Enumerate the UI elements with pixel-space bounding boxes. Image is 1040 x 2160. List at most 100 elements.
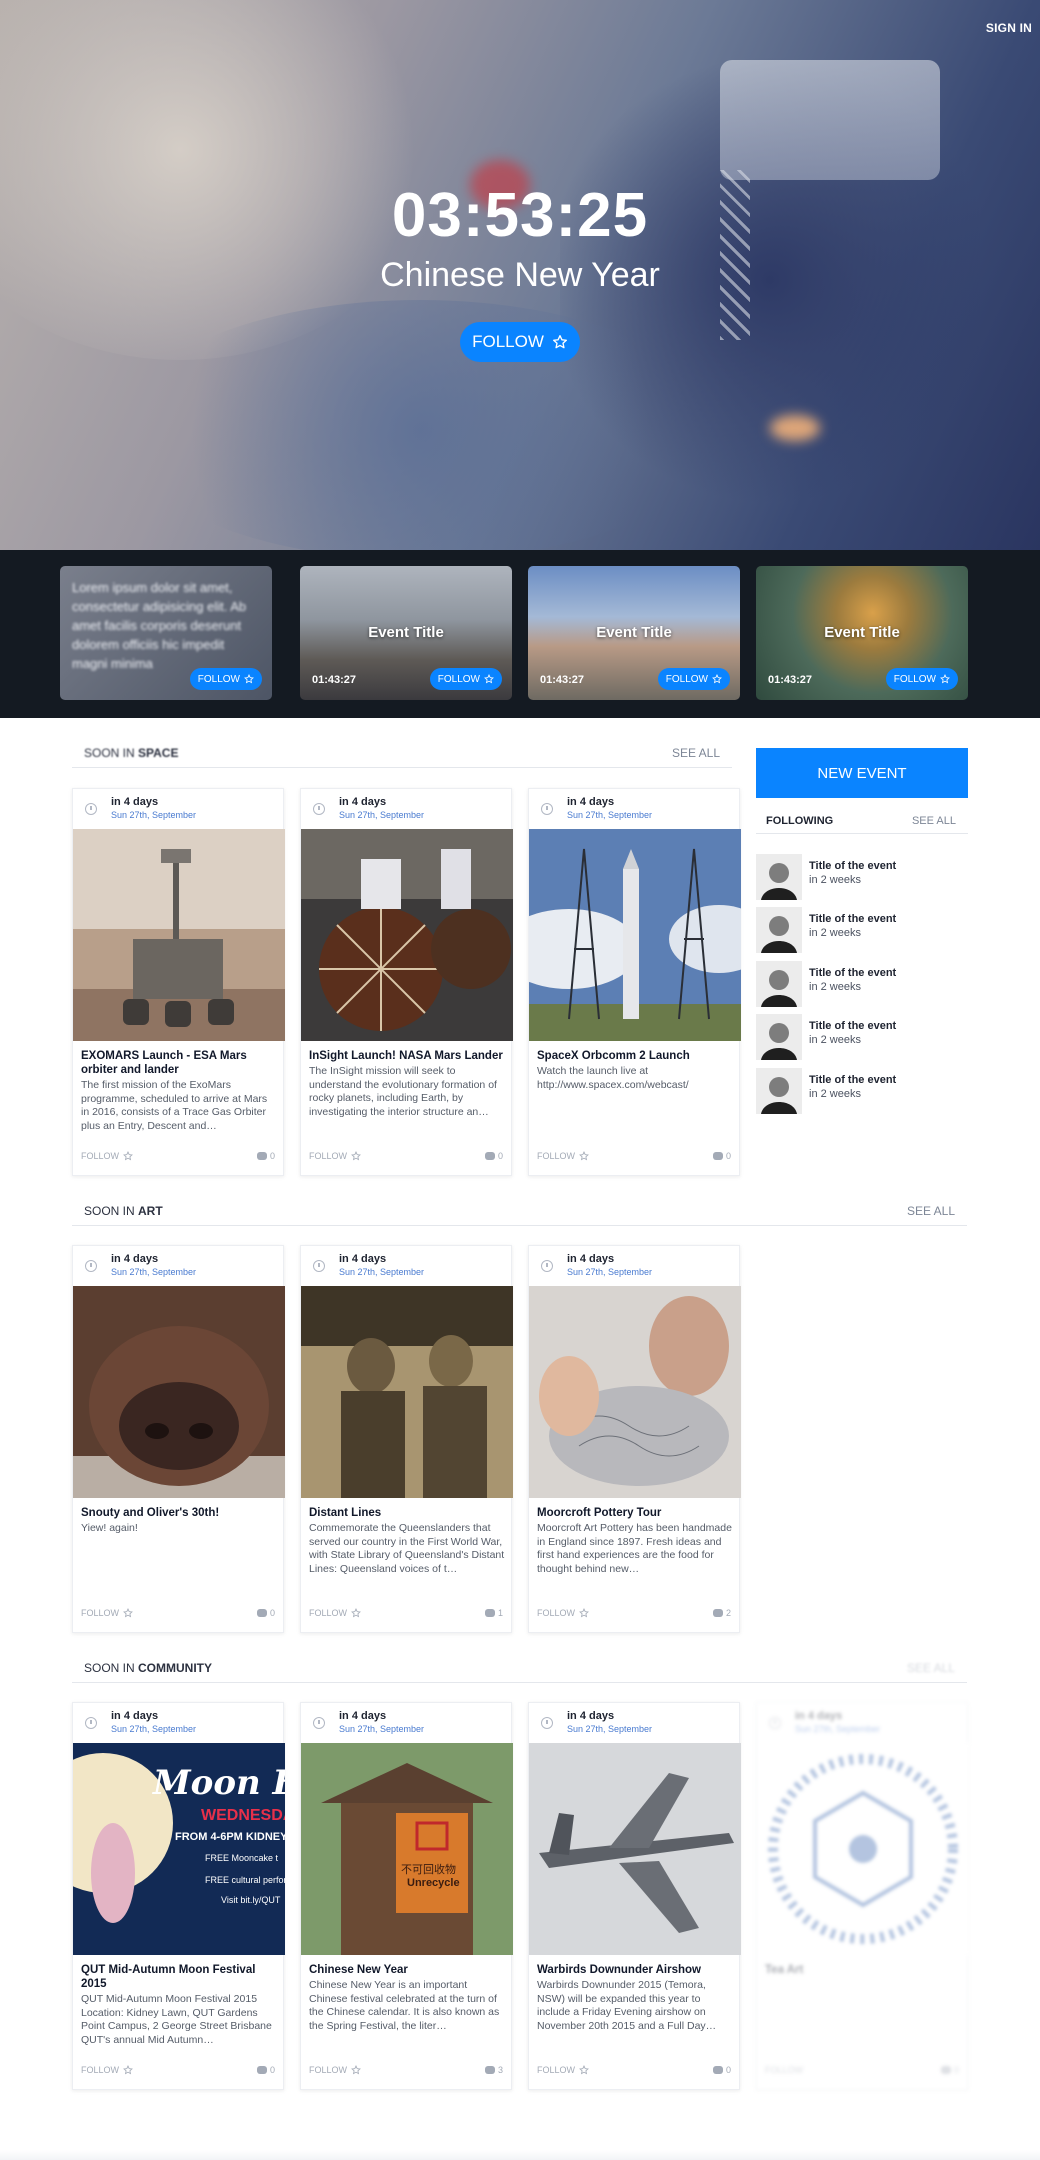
event-card[interactable]: in 4 days Sun 27th, September Moon F WED… <box>72 1702 285 2090</box>
event-date: Sun 27th, September <box>567 1724 653 1734</box>
event-title[interactable]: InSight Launch! NASA Mars Lander <box>309 1049 505 1063</box>
event-card[interactable]: in 4 days Sun 27th, September EXOMARS La… <box>72 788 285 1176</box>
comment-count[interactable]: 0 <box>712 2065 731 2075</box>
event-description: QUT Mid-Autumn Moon Festival 2015 Locati… <box>81 1993 272 2046</box>
poster-day: WEDNESDAY <box>201 1807 285 1824</box>
star-icon <box>712 674 722 684</box>
following-item[interactable]: Title of the event in 2 weeks <box>756 907 968 957</box>
see-all-link[interactable]: SEE ALL <box>907 1661 955 1675</box>
event-description: Chinese New Year is an important Chinese… <box>309 1979 500 2032</box>
comment-count[interactable]: 0 <box>940 2065 959 2075</box>
event-image <box>301 829 513 1041</box>
event-card[interactable]: in 4 days Sun 27th, September InSight La… <box>300 788 513 1176</box>
featured-event-countdown: 01:43:27 <box>768 674 813 686</box>
featured-follow-button[interactable]: FOLLOW <box>189 668 262 690</box>
event-image <box>73 1286 285 1498</box>
comment-count[interactable]: 0 <box>484 1151 503 1161</box>
comment-count[interactable]: 0 <box>256 2065 275 2075</box>
card-follow-button[interactable]: FOLLOW <box>81 1151 133 1161</box>
poster-line: FREE cultural perform <box>205 1875 285 1885</box>
star-icon <box>552 335 567 349</box>
poster-time: FROM 4-6PM KIDNEY LAW <box>175 1831 285 1843</box>
following-title: Title of the event <box>809 967 897 979</box>
star-icon <box>123 1608 133 1618</box>
featured-follow-button[interactable]: FOLLOW <box>885 668 958 690</box>
event-card[interactable]: in 4 days Sun 27th, September 不可回收物 Unre… <box>300 1702 513 2090</box>
hero-photo-ship <box>720 60 940 180</box>
clock-icon <box>541 1260 553 1272</box>
following-when: in 2 weeks <box>809 927 861 939</box>
event-title[interactable]: Distant Lines <box>309 1506 505 1520</box>
event-card[interactable]: in 4 days Sun 27th, September Moorcroft … <box>528 1245 741 1633</box>
comment-count[interactable]: 3 <box>484 2065 503 2075</box>
event-title[interactable]: Warbirds Downunder Airshow <box>537 1963 733 1977</box>
event-description: Watch the launch live at http://www.spac… <box>537 1065 689 1091</box>
card-follow-button[interactable]: FOLLOW <box>537 1151 589 1161</box>
star-icon <box>579 1151 589 1161</box>
event-title[interactable]: Chinese New Year <box>309 1963 505 1977</box>
comment-count[interactable]: 1 <box>484 1608 503 1618</box>
event-card-footer: FOLLOW 0 <box>537 2065 731 2079</box>
comment-count[interactable]: 0 <box>256 1151 275 1161</box>
comment-number: 0 <box>725 1151 731 1161</box>
following-item[interactable]: Title of the event in 2 weeks <box>756 854 968 904</box>
featured-event-card[interactable]: Event Title 01:43:27 FOLLOW <box>300 566 512 700</box>
card-follow-button[interactable]: FOLLOW <box>309 1608 361 1618</box>
comment-count[interactable]: 0 <box>712 1151 731 1161</box>
card-follow-button[interactable]: FOLLOW <box>309 2065 361 2075</box>
event-card[interactable]: in 4 days Sun 27th, September Distant Li… <box>300 1245 513 1633</box>
featured-follow-button[interactable]: FOLLOW <box>429 668 502 690</box>
card-follow-button[interactable]: FOLLOW <box>765 2065 803 2075</box>
following-item[interactable]: Title of the event in 2 weeks <box>756 961 968 1011</box>
event-card-header: in 4 days Sun 27th, September <box>301 789 511 829</box>
event-title[interactable]: Moorcroft Pottery Tour <box>537 1506 733 1520</box>
event-title[interactable]: Snouty and Oliver's 30th! <box>81 1506 277 1520</box>
follow-label: FOLLOW <box>765 2065 804 2075</box>
featured-event-card[interactable]: Event Title 01:43:27 FOLLOW <box>756 566 968 700</box>
new-event-button[interactable]: NEW EVENT <box>756 748 968 798</box>
section-header-community: SOON IN COMMUNITY SEE ALL <box>72 1655 967 1683</box>
clock-icon <box>313 803 325 815</box>
featured-follow-button[interactable]: FOLLOW <box>657 668 730 690</box>
sign-in-link[interactable]: SIGN IN <box>986 21 1032 35</box>
following-item[interactable]: Title of the event in 2 weeks <box>756 1014 968 1064</box>
bin-sign-english: Unrecycle <box>407 1877 460 1889</box>
event-card-footer: FOLLOW 0 <box>765 2065 959 2079</box>
avatar <box>756 961 802 1007</box>
event-card[interactable]: in 4 days Sun 27th, September Warbirds D… <box>528 1702 741 2090</box>
tea-wheel-graphic <box>757 1743 969 1955</box>
card-follow-button[interactable]: FOLLOW <box>537 1608 589 1618</box>
see-all-link[interactable]: SEE ALL <box>912 815 956 827</box>
featured-event-countdown: 01:43:27 <box>540 674 585 686</box>
comment-number: 0 <box>953 2065 959 2075</box>
featured-event-card[interactable]: Event Title 01:43:27 FOLLOW <box>528 566 740 700</box>
event-title[interactable]: Tea Art <box>765 1963 961 1977</box>
event-description: Moorcroft Art Pottery has been handmade … <box>537 1522 732 1575</box>
event-card-footer: FOLLOW 0 <box>537 1151 731 1165</box>
event-card-footer: FOLLOW 1 <box>309 1608 503 1622</box>
hero-follow-button[interactable]: FOLLOW <box>460 322 580 362</box>
event-card-header: in 4 days Sun 27th, September <box>529 1703 739 1743</box>
comment-count[interactable]: 0 <box>256 1608 275 1618</box>
event-card[interactable]: in 4 days Sun 27th, September Snouty and… <box>72 1245 285 1633</box>
card-follow-button[interactable]: FOLLOW <box>81 2065 133 2075</box>
section-header-art: SOON IN ART SEE ALL <box>72 1198 967 1226</box>
following-when: in 2 weeks <box>809 981 861 993</box>
see-all-link[interactable]: SEE ALL <box>907 1204 955 1218</box>
following-item[interactable]: Title of the event in 2 weeks <box>756 1068 968 1118</box>
follow-label: FOLLOW <box>197 673 240 685</box>
event-title[interactable]: QUT Mid-Autumn Moon Festival 2015 <box>81 1963 277 1991</box>
event-title[interactable]: EXOMARS Launch - ESA Mars orbiter and la… <box>81 1049 277 1077</box>
event-title[interactable]: SpaceX Orbcomm 2 Launch <box>537 1049 733 1063</box>
card-follow-button[interactable]: FOLLOW <box>537 2065 589 2075</box>
event-when: in 4 days <box>339 1710 387 1722</box>
event-card[interactable]: in 4 days Sun 27th, September Tea Art FO… <box>756 1702 969 2090</box>
featured-event-card[interactable]: Lorem ipsum dolor sit amet, consectetur … <box>60 566 272 700</box>
event-card-header: in 4 days Sun 27th, September <box>73 1703 283 1743</box>
card-follow-button[interactable]: FOLLOW <box>309 1151 361 1161</box>
card-follow-button[interactable]: FOLLOW <box>81 1608 133 1618</box>
event-when: in 4 days <box>795 1710 843 1722</box>
see-all-link[interactable]: SEE ALL <box>672 746 720 760</box>
comment-count[interactable]: 2 <box>712 1608 731 1618</box>
event-card[interactable]: in 4 days Sun 27th, September SpaceX Orb… <box>528 788 741 1176</box>
